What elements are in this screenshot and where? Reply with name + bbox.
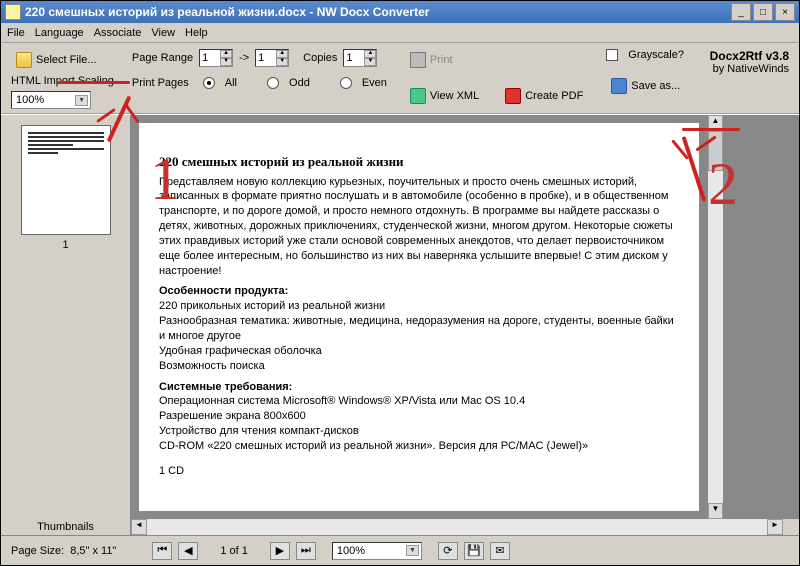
zoom-combo[interactable]: 100% <box>332 542 422 560</box>
print-label: Print <box>430 54 453 66</box>
select-file-button[interactable]: Select File... <box>11 49 114 71</box>
thumbnails-panel: 1 <box>1 115 131 519</box>
product-info: Docx2Rtf v3.8 by NativeWinds <box>710 49 789 75</box>
main-area: 1 220 смешных историй из реальной жизни … <box>1 114 799 519</box>
doc-title: 220 смешных историй из реальной жизни <box>159 153 679 171</box>
preview-area: 220 смешных историй из реальной жизни Пр… <box>131 115 799 519</box>
tool-button-3[interactable]: ✉ <box>490 542 510 560</box>
menu-help[interactable]: Help <box>185 27 208 39</box>
doc-f2: Разнообразная тематика: животные, медици… <box>159 314 679 344</box>
annotation-one: 1 <box>150 145 180 214</box>
menu-associate[interactable]: Associate <box>94 27 142 39</box>
titlebar: 220 смешных историй из реальной жизни.do… <box>1 1 799 23</box>
page-size-value: 8,5" x 11" <box>70 545 116 557</box>
doc-f1: 220 прикольных историй из реальной жизни <box>159 299 679 314</box>
pdf-icon <box>505 88 521 104</box>
doc-f3: Удобная графическая оболочка <box>159 344 679 359</box>
copies-label: Copies <box>303 52 337 64</box>
grayscale-label: Grayscale? <box>628 49 684 61</box>
thumb-page-number: 1 <box>62 239 68 251</box>
statusbar: Page Size: 8,5" x 11" ⏮ ◀ 1 of 1 ▶ ⏭ 100… <box>1 535 799 565</box>
menu-language[interactable]: Language <box>35 27 84 39</box>
doc-p1: Представляем новую коллекцию курьезных, … <box>159 175 679 279</box>
scaling-combo[interactable]: 100% <box>11 91 91 109</box>
menu-file[interactable]: File <box>7 27 25 39</box>
annotation-two: 2 <box>708 150 738 219</box>
first-page-button[interactable]: ⏮ <box>152 542 172 560</box>
page-counter: 1 of 1 <box>220 545 248 557</box>
toolbar: Select File... HTML Import Scaling 100% … <box>1 43 799 114</box>
thumbnail-page-1[interactable] <box>21 125 111 235</box>
radio-all[interactable] <box>203 77 215 89</box>
range-to-input[interactable]: 1▲▼ <box>255 49 289 67</box>
doc-s2: Разрешение экрана 800x600 <box>159 409 679 424</box>
prev-page-button[interactable]: ◀ <box>178 542 198 560</box>
doc-s4: CD-ROM «220 смешных историй из реальной … <box>159 439 679 454</box>
tool-button-2[interactable]: 💾 <box>464 542 484 560</box>
doc-sysreq-h: Системные требования: <box>159 380 679 395</box>
xml-icon <box>410 88 426 104</box>
menubar: File Language Associate View Help <box>1 23 799 43</box>
app-icon <box>5 4 21 20</box>
scroll-down-arrow[interactable]: ▼ <box>708 503 723 519</box>
document-page: 220 смешных историй из реальной жизни Пр… <box>139 123 699 511</box>
print-pages-label: Print Pages <box>132 77 189 89</box>
maximize-button[interactable]: □ <box>753 3 773 21</box>
next-page-button[interactable]: ▶ <box>270 542 290 560</box>
close-button[interactable]: × <box>775 3 795 21</box>
view-xml-button[interactable]: View XML <box>405 85 484 107</box>
vendor-name: by NativeWinds <box>710 63 789 75</box>
doc-s3: Устройство для чтения компакт-дисков <box>159 424 679 439</box>
grayscale-checkbox[interactable] <box>606 49 618 61</box>
app-window: 220 смешных историй из реальной жизни.do… <box>0 0 800 566</box>
doc-s1: Операционная система Microsoft® Windows®… <box>159 394 679 409</box>
copies-input[interactable]: 1▲▼ <box>343 49 377 67</box>
save-icon <box>611 78 627 94</box>
last-page-button[interactable]: ⏭ <box>296 542 316 560</box>
window-title: 220 смешных историй из реальной жизни.do… <box>25 5 729 19</box>
page-size-label: Page Size: <box>11 545 64 557</box>
printer-icon <box>410 52 426 68</box>
thumbnails-label: Thumbnails <box>1 519 131 535</box>
save-as-button[interactable]: Save as... <box>606 75 685 97</box>
select-file-label: Select File... <box>36 54 97 66</box>
horizontal-scrollbar[interactable]: ◄► <box>131 519 783 535</box>
radio-odd[interactable] <box>267 77 279 89</box>
folder-icon <box>16 52 32 68</box>
create-pdf-button[interactable]: Create PDF <box>500 85 588 107</box>
print-button[interactable]: Print <box>405 49 588 71</box>
doc-cd: 1 CD <box>159 464 679 479</box>
range-from-input[interactable]: 1▲▼ <box>199 49 233 67</box>
range-arrow: -> <box>239 52 249 64</box>
product-name: Docx2Rtf v3.8 <box>710 49 789 63</box>
menu-view[interactable]: View <box>151 27 175 39</box>
tool-button-1[interactable]: ⟳ <box>438 542 458 560</box>
doc-f4: Возможность поиска <box>159 359 679 374</box>
doc-features-h: Особенности продукта: <box>159 284 679 299</box>
radio-even[interactable] <box>340 77 352 89</box>
minimize-button[interactable]: _ <box>731 3 751 21</box>
page-range-label: Page Range <box>132 52 193 64</box>
